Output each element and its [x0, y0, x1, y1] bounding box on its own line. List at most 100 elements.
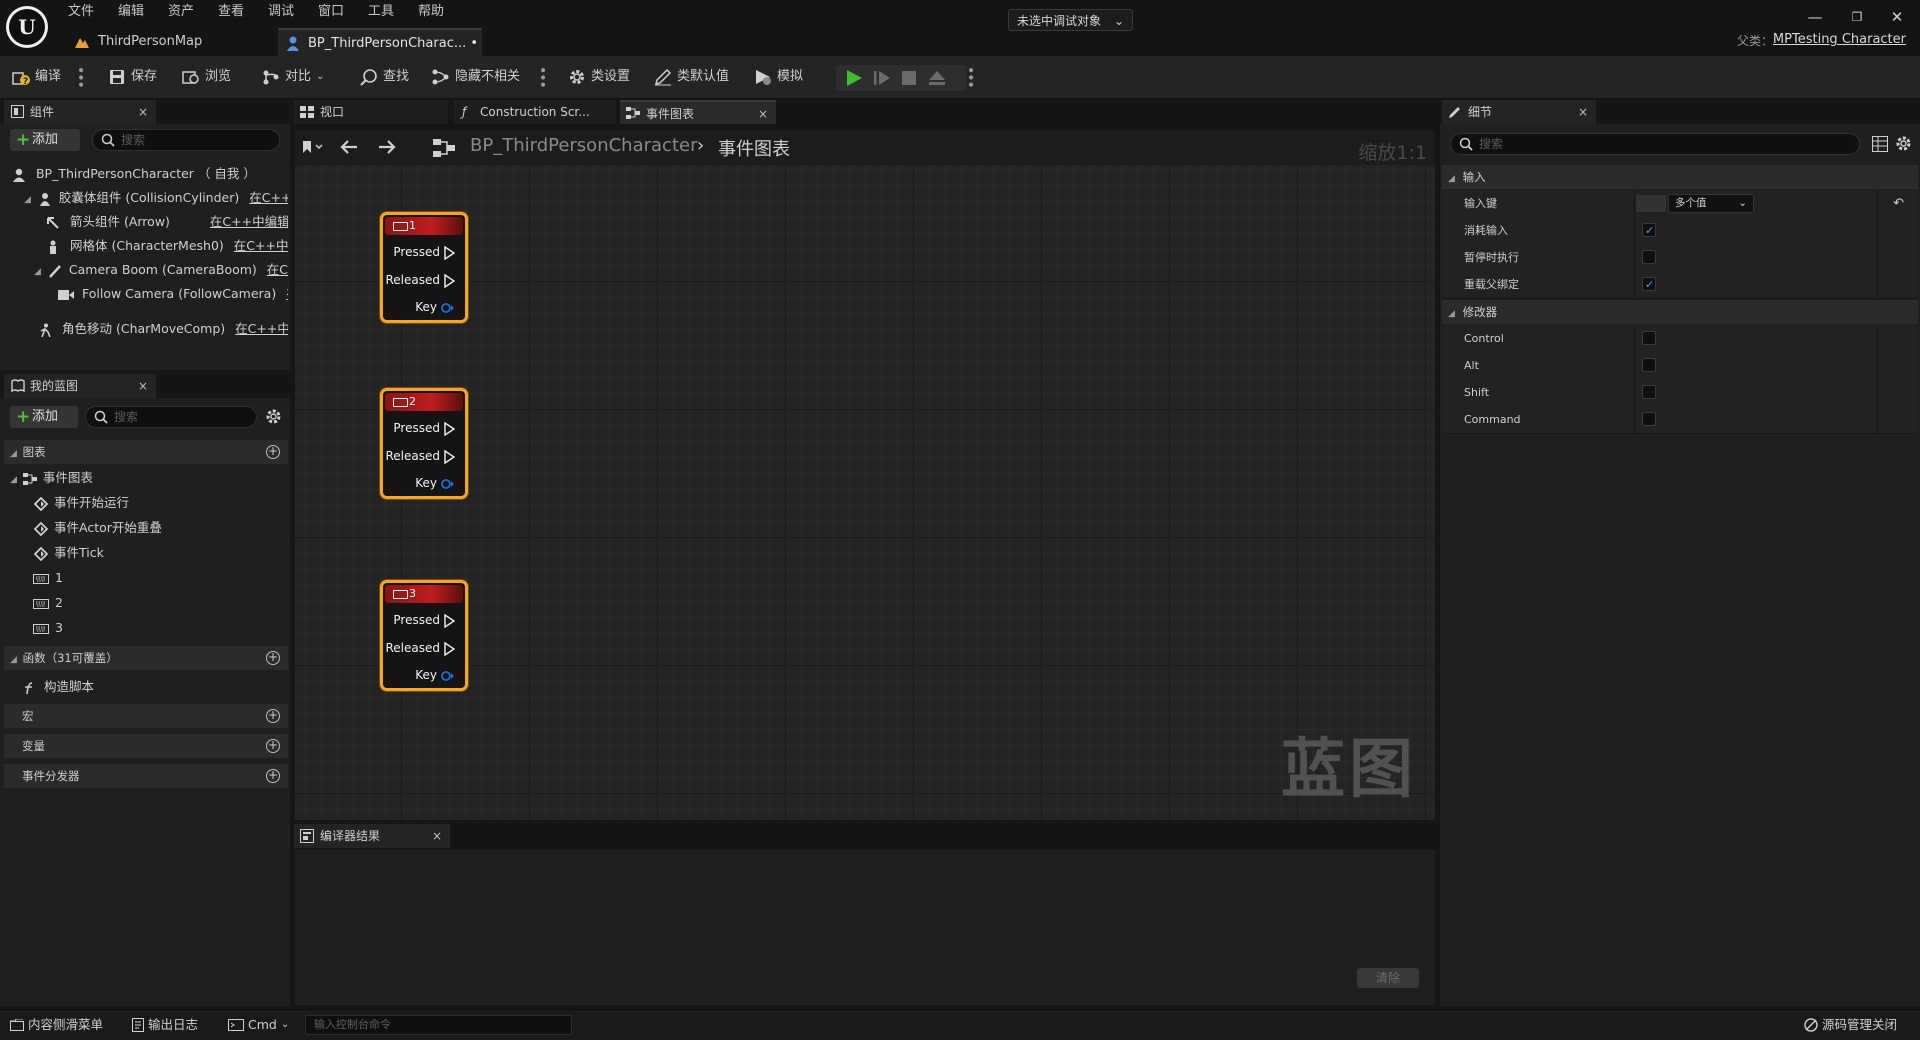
tab-compiler-results[interactable]: 编译器结果 ×	[294, 824, 450, 848]
key-data-pin[interactable]: Key	[415, 476, 455, 490]
pressed-exec-pin[interactable]: Pressed	[393, 421, 455, 436]
close-icon[interactable]: ×	[138, 100, 148, 124]
component-item[interactable]: 角色移动 (CharMoveComp) 在C++中编	[38, 317, 288, 341]
details-search-input[interactable]: 搜索	[1450, 133, 1860, 155]
step-icon[interactable]	[873, 70, 891, 86]
add-graph-icon[interactable]: +	[266, 445, 280, 459]
tab-my-blueprint[interactable]: 我的蓝图 ×	[4, 374, 156, 398]
components-search-input[interactable]: 搜索	[92, 129, 280, 151]
find-button[interactable]: 查找	[360, 65, 409, 89]
output-log-button[interactable]: 输出日志	[132, 1016, 198, 1034]
control-checkbox[interactable]	[1642, 331, 1656, 345]
reset-arrow-icon[interactable]: ↶	[1893, 190, 1904, 217]
class-settings-button[interactable]: 类设置	[568, 65, 630, 89]
event-item[interactable]: 事件Tick	[34, 541, 284, 565]
menu-debug[interactable]: 调试	[268, 2, 294, 22]
menu-tools[interactable]: 工具	[368, 2, 394, 22]
parent-class-link[interactable]: MPTesting Character	[1773, 32, 1906, 47]
compile-options-icon[interactable]: •••	[72, 66, 88, 88]
add-dispatcher-icon[interactable]: +	[266, 769, 280, 783]
tab-construction-script[interactable]: ƒ Construction Scr...	[454, 100, 616, 124]
variables-section[interactable]: 变量 +	[4, 734, 288, 758]
key-event-node[interactable]: 1 Pressed Released Key	[380, 212, 468, 323]
close-icon[interactable]: ×	[758, 102, 768, 126]
my-blueprint-search-input[interactable]: 搜索	[85, 406, 257, 428]
source-control-button[interactable]: 源码管理关闭	[1804, 1016, 1897, 1034]
close-icon[interactable]: ×	[138, 374, 148, 398]
menu-asset[interactable]: 资产	[168, 2, 194, 22]
back-arrow-icon[interactable]	[339, 139, 359, 155]
add-component-button[interactable]: + 添加	[10, 129, 80, 151]
execute-when-paused-checkbox[interactable]	[1642, 250, 1656, 264]
bookmark-icon[interactable]	[302, 140, 324, 154]
construction-script-item[interactable]: 构造脚本	[22, 675, 282, 699]
released-exec-pin[interactable]: Released	[385, 449, 455, 464]
input-section[interactable]: ◢ 输入	[1442, 165, 1918, 189]
table-view-icon[interactable]	[1872, 136, 1888, 152]
component-item[interactable]: Follow Camera (FollowCamera) 在C	[58, 282, 288, 306]
add-macro-icon[interactable]: +	[266, 709, 280, 723]
simulate-button[interactable]: 模拟	[754, 65, 803, 89]
hide-unrelated-button[interactable]: 隐藏不相关	[432, 65, 520, 89]
component-item[interactable]: ◢ 胶囊体组件 (CollisionCylinder) 在C++中	[24, 186, 288, 210]
tab-details[interactable]: 细节 ×	[1442, 100, 1596, 124]
menu-view[interactable]: 查看	[218, 2, 244, 22]
menu-edit[interactable]: 编辑	[118, 2, 144, 22]
gear-icon[interactable]	[265, 408, 282, 425]
stop-icon[interactable]	[902, 71, 916, 85]
close-window-button[interactable]: ✕	[1882, 6, 1912, 28]
pressed-exec-pin[interactable]: Pressed	[393, 613, 455, 628]
minimize-button[interactable]: —	[1800, 6, 1830, 28]
diff-button[interactable]: 对比 ⌄	[262, 65, 324, 89]
event-dispatchers-section[interactable]: 事件分发器 +	[4, 764, 288, 788]
key-event-node[interactable]: 3 Pressed Released Key	[380, 580, 468, 691]
released-exec-pin[interactable]: Released	[385, 641, 455, 656]
play-options-icon[interactable]: •••	[962, 66, 978, 88]
tab-components[interactable]: 组件 ×	[4, 100, 156, 124]
class-defaults-button[interactable]: 类默认值	[654, 65, 729, 89]
released-exec-pin[interactable]: Released	[385, 273, 455, 288]
component-root[interactable]: BP_ThirdPersonCharacter （ 自我 ）	[12, 162, 288, 186]
tab-viewport[interactable]: 视口	[294, 100, 448, 124]
consume-input-checkbox[interactable]	[1642, 217, 1656, 244]
add-member-button[interactable]: + 添加	[10, 406, 78, 428]
breadcrumb-root[interactable]: BP_ThirdPersonCharacter	[470, 135, 697, 156]
tab-event-graph[interactable]: 事件图表 ×	[620, 100, 776, 124]
add-variable-icon[interactable]: +	[266, 739, 280, 753]
macros-section[interactable]: 宏 +	[4, 704, 288, 728]
browse-button[interactable]: 浏览	[182, 65, 231, 89]
component-item[interactable]: 箭头组件 (Arrow) 在C++中编辑	[46, 210, 288, 234]
save-button[interactable]: 保存	[108, 65, 157, 89]
close-icon[interactable]: ×	[1578, 100, 1588, 124]
pressed-exec-pin[interactable]: Pressed	[393, 245, 455, 260]
component-item[interactable]: 网格体 (CharacterMesh0) 在C++中编	[46, 234, 288, 258]
key-event-item[interactable]: 2	[33, 591, 283, 615]
command-checkbox[interactable]	[1642, 412, 1656, 426]
shift-checkbox[interactable]	[1642, 385, 1656, 399]
compile-button[interactable]: ? 编译	[12, 65, 61, 89]
component-item[interactable]: ◢ Camera Boom (CameraBoom) 在C++	[34, 258, 288, 282]
tab-thirdpersonmap[interactable]: ThirdPersonMap	[68, 28, 278, 56]
event-graph-item[interactable]: ◢ 事件图表	[10, 466, 286, 490]
menu-file[interactable]: 文件	[68, 2, 94, 22]
close-icon[interactable]: ×	[432, 824, 442, 848]
functions-section[interactable]: ◢ 函数（31可覆盖） +	[4, 646, 288, 670]
input-key-dropdown[interactable]: 多个值 ⌄	[1668, 194, 1754, 213]
modifier-section[interactable]: ◢ 修改器	[1442, 300, 1918, 324]
play-icon[interactable]	[845, 69, 863, 87]
more-options-icon[interactable]: •••	[534, 66, 550, 88]
debug-object-select[interactable]: 未选中调试对象 ⌄	[1008, 9, 1133, 31]
key-data-pin[interactable]: Key	[415, 300, 455, 314]
cmd-dropdown[interactable]: Cmd ⌄	[228, 1016, 289, 1034]
unreal-logo-icon[interactable]: U	[6, 6, 48, 48]
alt-checkbox[interactable]	[1642, 358, 1656, 372]
clear-button[interactable]: 清除	[1357, 968, 1419, 988]
graphs-section[interactable]: ◢ 图表 +	[4, 440, 288, 464]
key-event-node[interactable]: 2 Pressed Released Key	[380, 388, 468, 499]
key-data-pin[interactable]: Key	[415, 668, 455, 682]
forward-arrow-icon[interactable]	[377, 139, 397, 155]
key-selector-button[interactable]	[1636, 195, 1666, 212]
restore-button[interactable]: ❐	[1842, 6, 1872, 28]
key-event-item[interactable]: 1	[33, 566, 283, 590]
content-drawer-button[interactable]: 内容侧滑菜单	[10, 1016, 103, 1034]
